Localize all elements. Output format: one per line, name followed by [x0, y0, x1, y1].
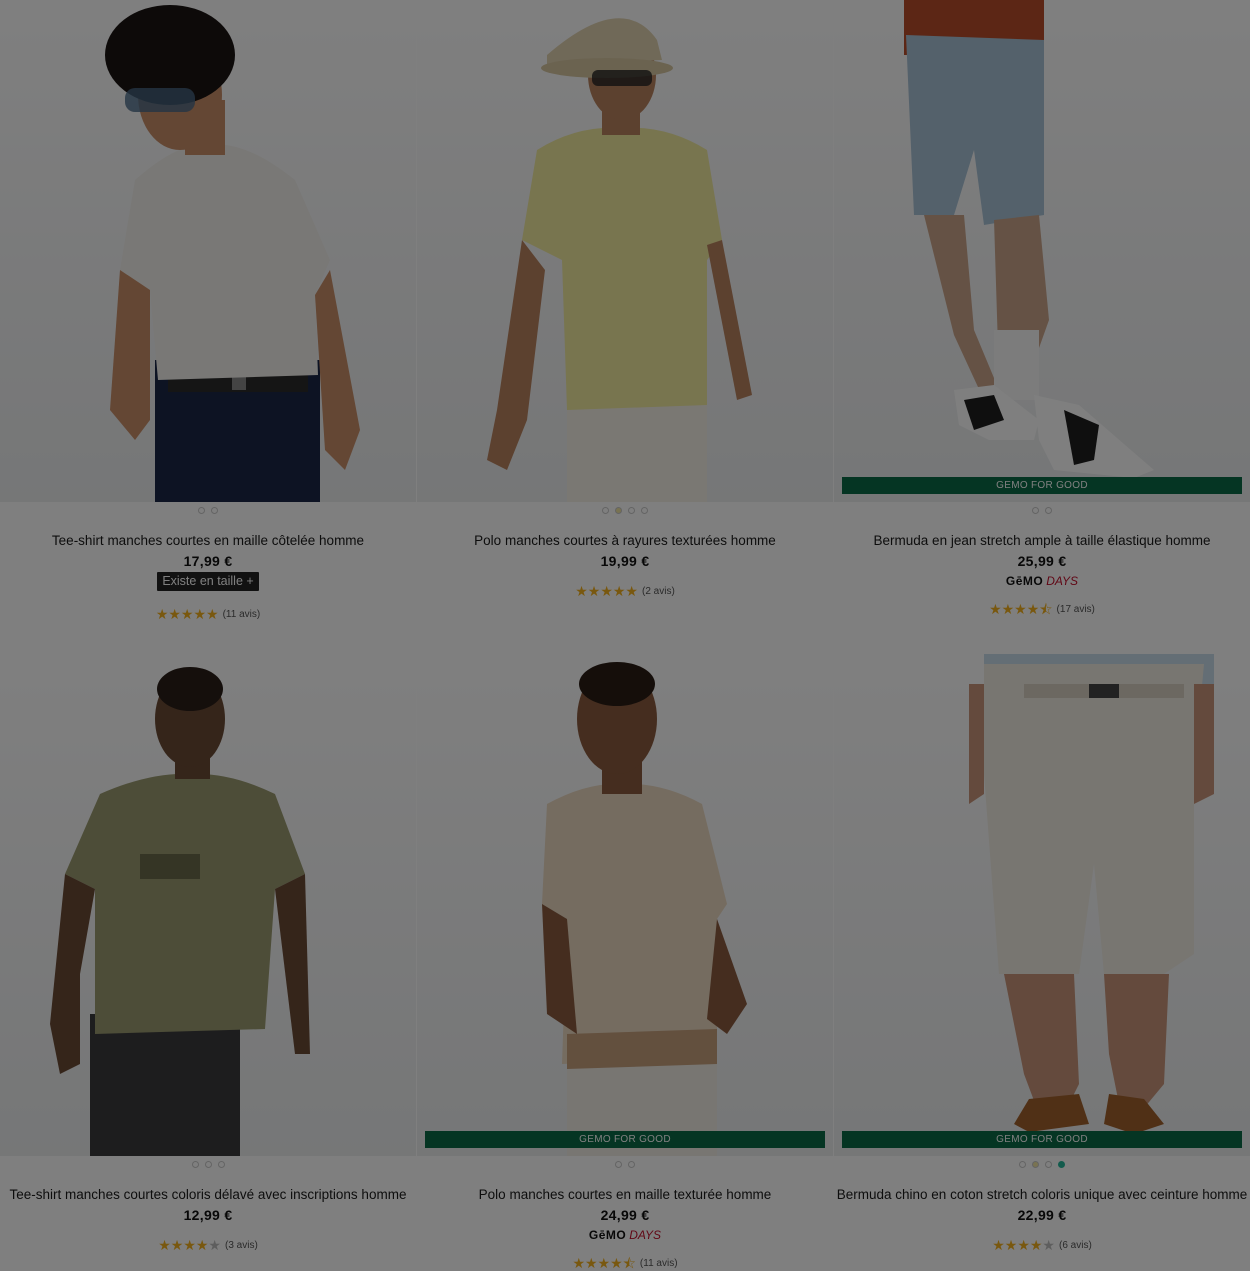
modal-backdrop-overlay[interactable]: [0, 0, 1250, 1271]
